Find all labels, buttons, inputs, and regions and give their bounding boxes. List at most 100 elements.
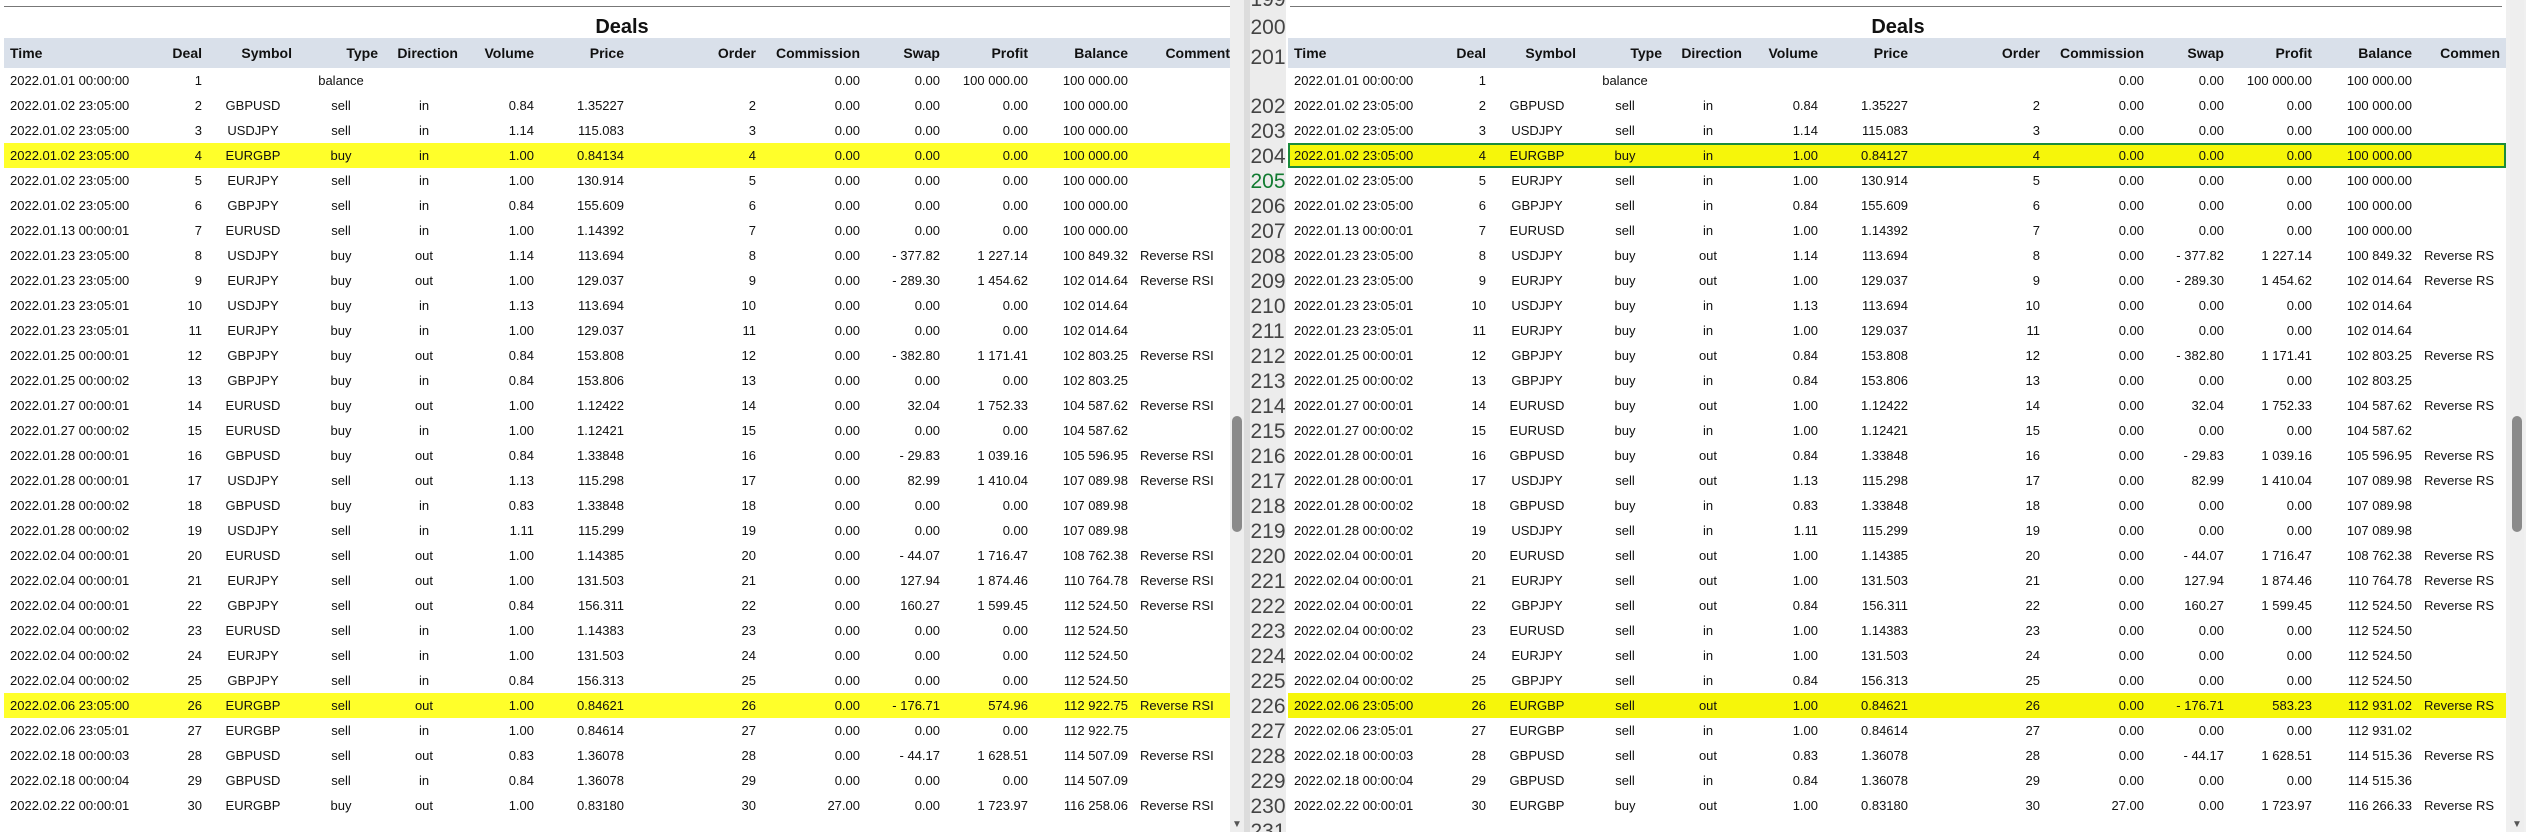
column-header-deal[interactable]: Deal (142, 38, 208, 68)
deal-row[interactable]: 2022.02.06 23:05:01 27 EURGBP sell in 1.00 0.8… (1288, 718, 2506, 743)
column-header-type[interactable]: Type (1582, 38, 1668, 68)
deal-row[interactable]: 2022.01.28 00:00:02 18 GBPUSD buy in 0.83 1.33… (1288, 493, 2506, 518)
deal-row[interactable]: 2022.01.28 00:00:02 19 USDJPY sell in 1.11 115… (1288, 518, 2506, 543)
column-header-time[interactable]: Time (4, 38, 142, 68)
deal-row[interactable]: 2022.02.06 23:05:00 26 EURGBP sell out 1.00 0.… (4, 693, 1236, 718)
deal-row[interactable]: 2022.01.02 23:05:00 3 USDJPY sell in 1.14 115.… (1288, 118, 2506, 143)
deal-row[interactable]: 2022.01.23 23:05:01 10 USDJPY buy in 1.13 113.… (1288, 293, 2506, 318)
deal-row[interactable]: 2022.01.25 00:00:02 13 GBPJPY buy in 0.84 153.… (4, 368, 1236, 393)
cell-order: 26 (741, 698, 756, 713)
deal-row[interactable]: 2022.02.18 00:00:03 28 GBPUSD sell out 0.83 1.… (1288, 743, 2506, 768)
scroll-down-arrow-icon[interactable]: ▼ (2510, 818, 2524, 832)
deal-row[interactable]: 2022.02.22 00:00:01 30 EURGBP buy out 1.00 0.8… (1288, 793, 2506, 818)
deal-row[interactable]: 2022.01.27 00:00:01 14 EURUSD buy out 1.00 1.1… (1288, 393, 2506, 418)
deal-row[interactable]: 2022.02.04 00:00:02 24 EURJPY sell in 1.00 131… (4, 643, 1236, 668)
cell-type: buy (1614, 398, 1636, 413)
right-scrollbar[interactable]: ▼ (2510, 0, 2524, 832)
deal-row[interactable]: 2022.01.28 00:00:01 17 USDJPY sell out 1.13 11… (1288, 468, 2506, 493)
deal-row[interactable]: 2022.01.02 23:05:00 5 EURJPY sell in 1.00 130.… (4, 168, 1236, 193)
deal-row[interactable]: 2022.02.04 00:00:01 20 EURUSD sell out 1.00 1.… (4, 543, 1236, 568)
column-header-direction[interactable]: Direction (1668, 38, 1748, 68)
column-header-profit[interactable]: Profit (2230, 38, 2318, 68)
column-header-commission[interactable]: Commission (2046, 38, 2150, 68)
deal-row[interactable]: 2022.01.23 23:05:00 8 USDJPY buy out 1.14 113.… (1288, 243, 2506, 268)
column-header-commission[interactable]: Commission (762, 38, 866, 68)
deal-row[interactable]: 2022.02.04 00:00:01 20 EURUSD sell out 1.00 1.… (1288, 543, 2506, 568)
cell-direction: out (414, 798, 434, 813)
column-header-direction[interactable]: Direction (384, 38, 464, 68)
column-header-volume[interactable]: Volume (1748, 38, 1824, 68)
column-header-deal[interactable]: Deal (1426, 38, 1492, 68)
deal-row[interactable]: 2022.01.23 23:05:01 11 EURJPY buy in 1.00 129.… (1288, 318, 2506, 343)
deal-row[interactable]: 2022.02.04 00:00:02 23 EURUSD sell in 1.00 1.1… (4, 618, 1236, 643)
deal-row[interactable]: 2022.02.04 00:00:01 21 EURJPY sell out 1.00 13… (4, 568, 1236, 593)
deal-row[interactable]: 2022.02.04 00:00:02 23 EURUSD sell in 1.00 1.1… (1288, 618, 2506, 643)
deal-row[interactable]: 2022.02.18 00:00:03 28 GBPUSD sell out 0.83 1.… (4, 743, 1236, 768)
deal-row[interactable]: 2022.01.01 00:00:00 1 balance 0.00 0.00 100 0… (4, 68, 1236, 93)
deal-row[interactable]: 2022.02.04 00:00:01 22 GBPJPY sell out 0.84 15… (4, 593, 1236, 618)
deal-row[interactable]: 2022.01.23 23:05:01 11 EURJPY buy in 1.00 129.… (4, 318, 1236, 343)
column-header-order[interactable]: Order (1914, 38, 2046, 68)
deal-row[interactable]: 2022.01.23 23:05:00 8 USDJPY buy out 1.14 113.… (4, 243, 1236, 268)
deal-row[interactable]: 2022.01.23 23:05:01 10 USDJPY buy in 1.13 113.… (4, 293, 1236, 318)
column-header-price[interactable]: Price (540, 38, 630, 68)
deal-row[interactable]: 2022.01.28 00:00:01 16 GBPUSD buy out 0.84 1.3… (4, 443, 1236, 468)
cell-direction: in (418, 98, 430, 113)
column-header-profit[interactable]: Profit (946, 38, 1034, 68)
deal-row[interactable]: 2022.02.06 23:05:00 26 EURGBP sell out 1.00 0.… (1288, 693, 2506, 718)
deal-row[interactable]: 2022.01.27 00:00:02 15 EURUSD buy in 1.00 1.12… (1288, 418, 2506, 443)
deal-row[interactable]: 2022.02.22 00:00:01 30 EURGBP buy out 1.00 0.8… (4, 793, 1236, 818)
deal-row[interactable]: 2022.01.02 23:05:00 2 GBPUSD sell in 0.84 1.35… (1288, 93, 2506, 118)
line-number: 211 (1251, 320, 1285, 343)
cell-type: sell (331, 623, 351, 638)
deal-row[interactable]: 2022.01.27 00:00:01 14 EURUSD buy out 1.00 1.1… (4, 393, 1236, 418)
column-header-comment[interactable]: Comment (1134, 38, 1236, 68)
column-header-swap[interactable]: Swap (866, 38, 946, 68)
deal-row[interactable]: 2022.01.25 00:00:01 12 GBPJPY buy out 0.84 153… (1288, 343, 2506, 368)
deal-row[interactable]: 2022.01.27 00:00:02 15 EURUSD buy in 1.00 1.12… (4, 418, 1236, 443)
column-header-swap[interactable]: Swap (2150, 38, 2230, 68)
deal-row[interactable]: 2022.01.01 00:00:00 1 balance 0.00 0.00 100 0… (1288, 68, 2506, 93)
deal-row[interactable]: 2022.01.28 00:00:01 17 USDJPY sell out 1.13 11… (4, 468, 1236, 493)
deal-row[interactable]: 2022.01.13 00:00:01 7 EURUSD sell in 1.00 1.14… (1288, 218, 2506, 243)
column-header-price[interactable]: Price (1824, 38, 1914, 68)
column-header-symbol[interactable]: Symbol (208, 38, 298, 68)
deal-row[interactable]: 2022.01.28 00:00:01 16 GBPUSD buy out 0.84 1.3… (1288, 443, 2506, 468)
deal-row[interactable]: 2022.01.28 00:00:02 19 USDJPY sell in 1.11 115… (4, 518, 1236, 543)
deal-row[interactable]: 2022.01.02 23:05:00 3 USDJPY sell in 1.14 115.… (4, 118, 1236, 143)
deal-row[interactable]: 2022.02.04 00:00:02 25 GBPJPY sell in 0.84 156… (1288, 668, 2506, 693)
deal-row[interactable]: 2022.02.06 23:05:01 27 EURGBP sell in 1.00 0.8… (4, 718, 1236, 743)
deal-row[interactable]: 2022.01.02 23:05:00 4 EURGBP buy in 1.00 0.841… (4, 143, 1236, 168)
deal-row[interactable]: 2022.01.23 23:05:00 9 EURJPY buy out 1.00 129.… (4, 268, 1236, 293)
column-header-order[interactable]: Order (630, 38, 762, 68)
right-scrollbar-thumb[interactable] (2512, 416, 2522, 533)
deal-row[interactable]: 2022.02.04 00:00:02 25 GBPJPY sell in 0.84 156… (4, 668, 1236, 693)
cell-order: 22 (2025, 598, 2040, 613)
deal-row[interactable]: 2022.02.04 00:00:02 24 EURJPY sell in 1.00 131… (1288, 643, 2506, 668)
deal-row[interactable]: 2022.01.28 00:00:02 18 GBPUSD buy in 0.83 1.33… (4, 493, 1236, 518)
column-header-time[interactable]: Time (1288, 38, 1426, 68)
left-scrollbar-thumb[interactable] (1232, 416, 1242, 533)
deal-row[interactable]: 2022.01.02 23:05:00 4 EURGBP buy in 1.00 0.841… (1288, 143, 2506, 168)
deal-row[interactable]: 2022.01.25 00:00:02 13 GBPJPY buy in 0.84 153.… (1288, 368, 2506, 393)
left-scrollbar[interactable]: ▼ (1230, 0, 1244, 832)
deal-row[interactable]: 2022.01.02 23:05:00 6 GBPJPY sell in 0.84 155.… (4, 193, 1236, 218)
column-header-volume[interactable]: Volume (464, 38, 540, 68)
cell-direction: out (414, 698, 434, 713)
deal-row[interactable]: 2022.02.18 00:00:04 29 GBPUSD sell in 0.84 1.3… (1288, 768, 2506, 793)
deal-row[interactable]: 2022.01.02 23:05:00 6 GBPJPY sell in 0.84 155.… (1288, 193, 2506, 218)
deal-row[interactable]: 2022.02.18 00:00:04 29 GBPUSD sell in 0.84 1.3… (4, 768, 1236, 793)
column-header-comment[interactable]: Commen (2418, 38, 2506, 68)
column-header-symbol[interactable]: Symbol (1492, 38, 1582, 68)
column-header-balance[interactable]: Balance (2318, 38, 2418, 68)
deal-row[interactable]: 2022.02.04 00:00:01 21 EURJPY sell out 1.00 13… (1288, 568, 2506, 593)
deal-row[interactable]: 2022.01.25 00:00:01 12 GBPJPY buy out 0.84 153… (4, 343, 1236, 368)
column-header-balance[interactable]: Balance (1034, 38, 1134, 68)
deal-row[interactable]: 2022.01.02 23:05:00 2 GBPUSD sell in 0.84 1.35… (4, 93, 1236, 118)
column-header-type[interactable]: Type (298, 38, 384, 68)
deal-row[interactable]: 2022.01.02 23:05:00 5 EURJPY sell in 1.00 130.… (1288, 168, 2506, 193)
deal-row[interactable]: 2022.01.23 23:05:00 9 EURJPY buy out 1.00 129.… (1288, 268, 2506, 293)
deal-row[interactable]: 2022.01.13 00:00:01 7 EURUSD sell in 1.00 1.14… (4, 218, 1236, 243)
deal-row[interactable]: 2022.02.04 00:00:01 22 GBPJPY sell out 0.84 15… (1288, 593, 2506, 618)
scroll-down-arrow-icon[interactable]: ▼ (1230, 818, 1244, 832)
